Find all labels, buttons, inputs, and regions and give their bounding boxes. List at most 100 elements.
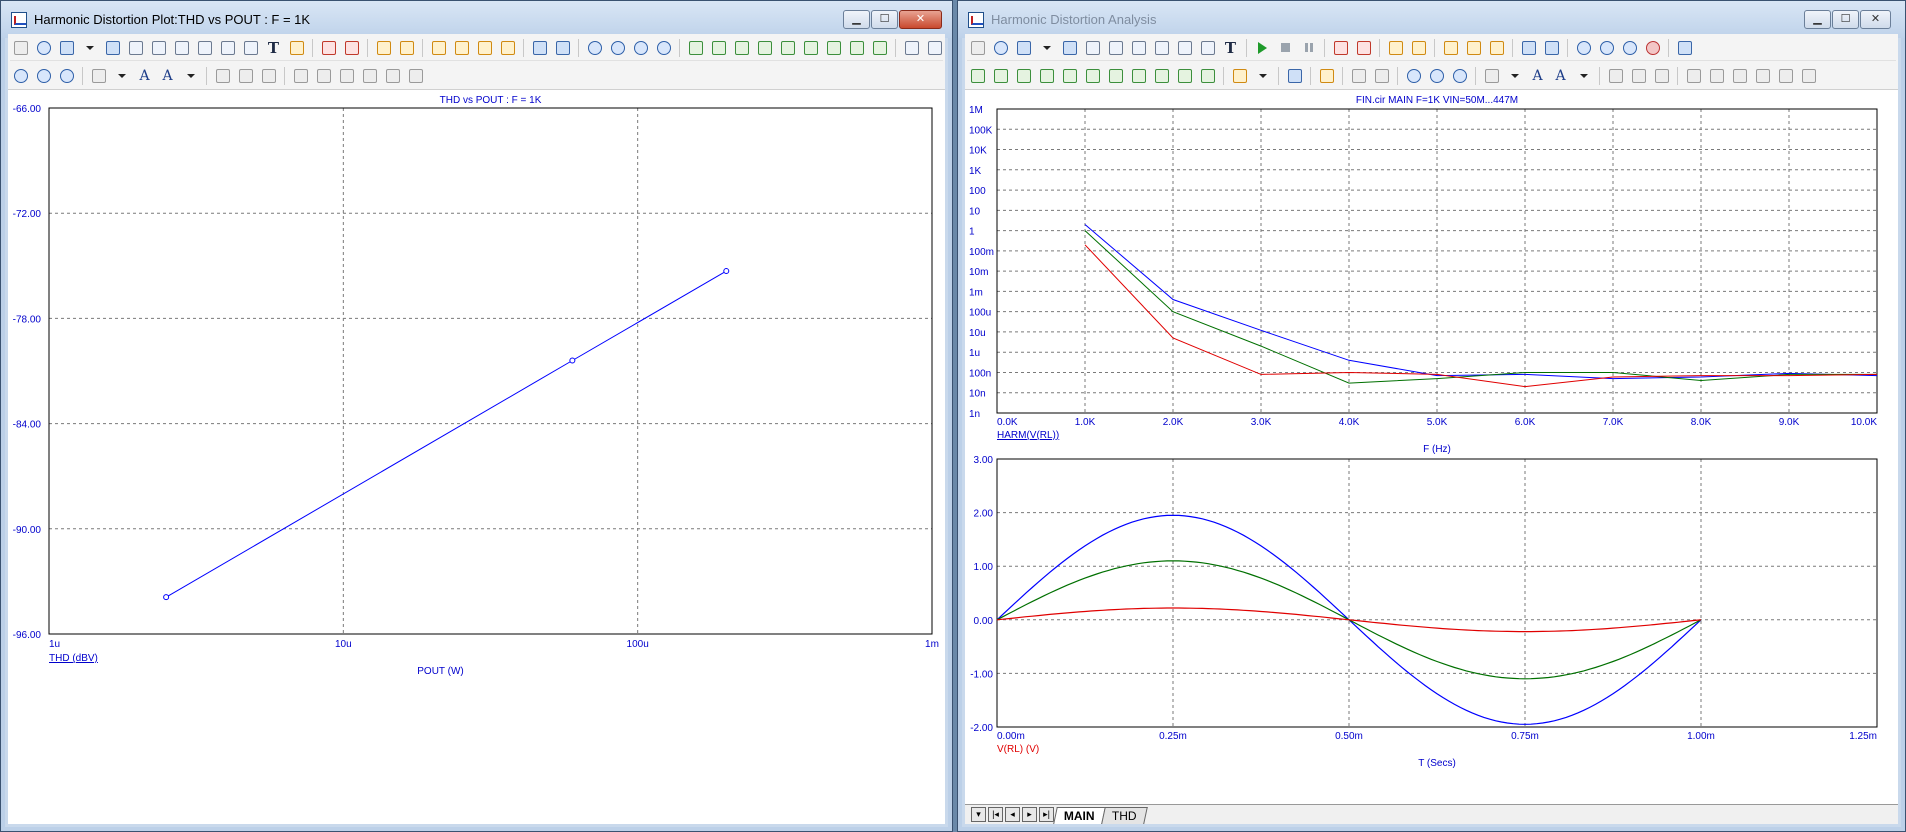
pan-hand-icon[interactable] (33, 37, 54, 58)
cursor-bottom-icon[interactable] (1151, 66, 1172, 87)
copy-icon[interactable] (1013, 37, 1034, 58)
dropdown-arrow-icon[interactable] (79, 37, 100, 58)
cursor-valley-icon[interactable] (708, 37, 729, 58)
pan-hand-icon[interactable] (990, 37, 1011, 58)
grid-icon[interactable] (396, 37, 417, 58)
align-middle-icon[interactable] (1775, 66, 1796, 87)
cursor-peak-icon[interactable] (685, 37, 706, 58)
plot-line-icon[interactable] (318, 37, 339, 58)
cursor-low-icon[interactable] (1036, 66, 1057, 87)
title-bar[interactable]: Harmonic Distortion Analysis ▁ ☐ ✕ (958, 1, 1905, 38)
font-style-icon[interactable]: A (1550, 66, 1571, 87)
cursor-peak-icon[interactable] (967, 66, 988, 87)
cursor-high-icon[interactable] (731, 37, 752, 58)
tab-scroll-menu-icon[interactable]: ▾ (971, 807, 986, 822)
pause-icon[interactable] (1298, 37, 1319, 58)
cursor-slope-2-icon[interactable] (1197, 66, 1218, 87)
cursor-mode-icon[interactable] (1105, 37, 1126, 58)
zoom-4-icon[interactable] (653, 37, 674, 58)
stack-icon[interactable] (428, 37, 449, 58)
zoom-3-icon[interactable] (630, 37, 651, 58)
plot-line-icon[interactable] (1330, 37, 1351, 58)
dropdown-arrow-icon[interactable] (1504, 66, 1525, 87)
zoom-icon[interactable] (584, 37, 605, 58)
harmonic-analysis-charts[interactable]: FIN.cir MAIN F=1K VIN=50M...447M 0.0K 1.0K… (965, 90, 1900, 806)
cursor-high-icon[interactable] (1013, 66, 1034, 87)
dropdown-arrow-icon[interactable] (1573, 66, 1594, 87)
plot-line-2-icon[interactable] (1353, 37, 1374, 58)
align-middle-icon[interactable] (382, 66, 403, 87)
grid-icon[interactable] (1408, 37, 1429, 58)
horizontal-axis-icon[interactable] (529, 37, 550, 58)
cursor-align-2-icon[interactable] (924, 37, 943, 58)
align-center-icon[interactable] (313, 66, 334, 87)
dropdown-arrow-icon[interactable] (1036, 37, 1057, 58)
align-bottom-icon[interactable] (1798, 66, 1819, 87)
zoom-2-icon[interactable] (607, 37, 628, 58)
grid-layout-icon[interactable] (88, 66, 109, 87)
cursor-align-icon[interactable] (901, 37, 922, 58)
stack-4-icon[interactable] (497, 37, 518, 58)
cursor-top-icon[interactable] (846, 37, 867, 58)
minimize-button[interactable]: ▁ (1804, 10, 1831, 29)
tab-next-icon[interactable]: ▸ (1022, 807, 1037, 822)
zoom-fit-icon[interactable] (56, 66, 77, 87)
maximize-button[interactable]: ☐ (871, 10, 898, 29)
run-play-icon[interactable] (1252, 37, 1273, 58)
font-style-icon[interactable]: A (157, 66, 178, 87)
bring-front-icon[interactable] (1605, 66, 1626, 87)
zoom-2-icon[interactable] (1596, 37, 1617, 58)
minor-grid-icon[interactable] (552, 37, 573, 58)
group-icon[interactable] (1651, 66, 1672, 87)
cursor-top-icon[interactable] (1128, 66, 1149, 87)
zoom-out-icon[interactable] (33, 66, 54, 87)
tab-main[interactable]: MAIN (1053, 807, 1106, 824)
cursor-mode-icon[interactable] (148, 37, 169, 58)
stack-3-icon[interactable] (1486, 37, 1507, 58)
scale-icon[interactable] (125, 37, 146, 58)
edit-properties-icon[interactable] (1674, 37, 1695, 58)
page-icon[interactable] (1284, 66, 1305, 87)
tab-prev-icon[interactable]: ◂ (1005, 807, 1020, 822)
tab-last-icon[interactable]: ▸| (1039, 807, 1054, 822)
cursor-low-icon[interactable] (754, 37, 775, 58)
calculator-icon[interactable] (1316, 66, 1337, 87)
zoom-3-icon[interactable] (1619, 37, 1640, 58)
align-center-icon[interactable] (1706, 66, 1727, 87)
font-icon[interactable]: A (134, 66, 155, 87)
scale-icon[interactable] (1082, 37, 1103, 58)
stack-icon[interactable] (1440, 37, 1461, 58)
align-left-icon[interactable] (290, 66, 311, 87)
cursor-bottom-icon[interactable] (869, 37, 890, 58)
paste-icon[interactable] (1229, 66, 1250, 87)
dropdown-arrow-icon[interactable] (1252, 66, 1273, 87)
stop-record-icon[interactable] (1642, 37, 1663, 58)
close-button[interactable]: ✕ (899, 10, 942, 29)
cursor-valley-icon[interactable] (990, 66, 1011, 87)
stack-2-icon[interactable] (451, 37, 472, 58)
waveform-2-icon[interactable] (1371, 66, 1392, 87)
dropdown-arrow-icon[interactable] (111, 66, 132, 87)
cursor-inflection-icon[interactable] (777, 37, 798, 58)
select-arrow-icon[interactable] (967, 37, 988, 58)
align-top-icon[interactable] (359, 66, 380, 87)
stack-2-icon[interactable] (1463, 37, 1484, 58)
horizontal-axis-icon[interactable] (1518, 37, 1539, 58)
minimize-button[interactable]: ▁ (843, 10, 870, 29)
cursor-global-low-icon[interactable] (823, 37, 844, 58)
function-icon[interactable] (1197, 37, 1218, 58)
text-tool-icon[interactable]: T (1220, 37, 1241, 58)
tab-first-icon[interactable]: |◂ (988, 807, 1003, 822)
thd-vs-pout-chart[interactable]: THD vs POUT : F = 1K 1u 10u 100u 1m -66.00 -72… (8, 90, 947, 826)
graph-icon[interactable] (1174, 37, 1195, 58)
plot-line-2-icon[interactable] (341, 37, 362, 58)
frame-icon[interactable] (1385, 37, 1406, 58)
align-bottom-icon[interactable] (405, 66, 426, 87)
cursor-inflection-icon[interactable] (1059, 66, 1080, 87)
send-back-icon[interactable] (1628, 66, 1649, 87)
zoom-out-icon[interactable] (1426, 66, 1447, 87)
properties-icon[interactable] (286, 37, 307, 58)
send-back-icon[interactable] (235, 66, 256, 87)
data-points-icon[interactable] (194, 37, 215, 58)
data-points-icon[interactable] (1151, 37, 1172, 58)
